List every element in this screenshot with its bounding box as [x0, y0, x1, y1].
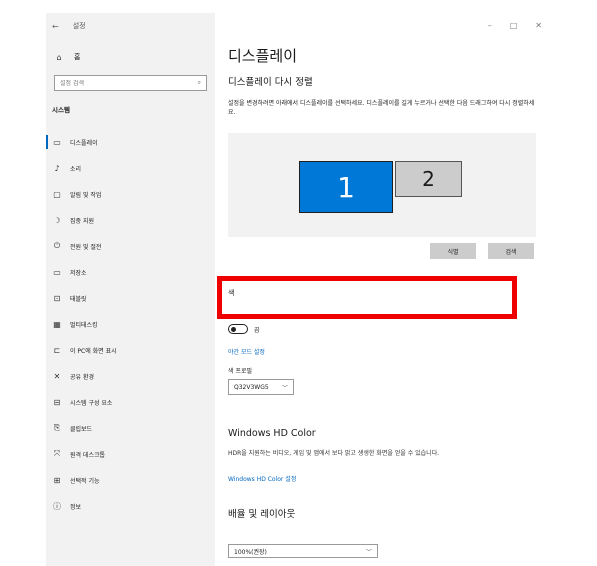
maximize-icon[interactable]: □ — [510, 21, 518, 30]
color-profile-value: Q32V3WG5 — [234, 383, 269, 391]
sidebar-item-label: 이 PC에 화면 표시 — [70, 347, 117, 355]
color-section-title: 색 — [228, 289, 235, 297]
about-icon: ⓘ — [53, 501, 61, 511]
section-label: 시스템 — [52, 106, 70, 114]
rearrange-description: 설정을 변경하려면 아래에서 디스플레이를 선택하세요. 디스플레이를 길게 누… — [228, 100, 535, 116]
hd-color-settings-link[interactable]: Windows HD Color 설정 — [228, 474, 296, 483]
sidebar-item-label: 알림 및 작업 — [70, 191, 102, 199]
optional-features-icon: ⊞ — [53, 475, 61, 485]
rearrange-title: 디스플레이 다시 정렬 — [228, 77, 313, 88]
system-components-icon: ⊟ — [53, 397, 61, 407]
color-profile-label: 색 프로필 — [228, 368, 252, 375]
clipboard-icon: ⎘ — [53, 423, 61, 432]
monitor-1[interactable]: 1 — [299, 161, 393, 213]
sidebar-item[interactable]: ⏻ 전원 및 절전 — [46, 233, 215, 259]
home-icon: ⌂ — [56, 52, 62, 62]
sidebar-item-label: 공유 환경 — [70, 373, 94, 381]
sidebar-item[interactable]: ▭ 저장소 — [46, 259, 215, 285]
sidebar-item[interactable]: ☽ 집중 지원 — [46, 207, 215, 233]
sidebar-item-label: 디스플레이 — [70, 139, 98, 147]
night-light-row: 끔 — [228, 324, 260, 334]
shared-experiences-icon: ✕ — [53, 371, 61, 381]
hd-color-title: Windows HD Color — [228, 428, 316, 439]
titlebar-left: ← 설정 — [52, 21, 86, 31]
power-icon: ⏻ — [53, 241, 61, 250]
notification-icon: ▢ — [53, 189, 61, 199]
sidebar-item[interactable]: ⤧ 원격 데스크톱 — [46, 441, 215, 467]
tablet-icon: ⊡ — [53, 293, 61, 303]
back-arrow-icon[interactable]: ← — [52, 22, 59, 31]
sidebar-item[interactable]: ⓘ 정보 — [46, 493, 215, 519]
night-light-state: 끔 — [254, 326, 260, 334]
scale-layout-title: 배율 및 레이아웃 — [228, 509, 296, 520]
minimize-icon[interactable]: – — [488, 21, 492, 30]
sidebar-item-label: 전원 및 절전 — [70, 243, 102, 251]
sidebar-item-label: 집중 지원 — [70, 217, 94, 225]
storage-icon: ▭ — [53, 267, 61, 277]
sidebar-item-label: 저장소 — [70, 269, 87, 277]
remote-desktop-icon: ⤧ — [53, 449, 61, 458]
highlight-rectangle — [217, 276, 517, 319]
window-controls: – □ ✕ — [488, 21, 542, 30]
sidebar-item-label: 소리 — [70, 165, 82, 173]
sidebar-item[interactable]: ▭ 디스플레이 — [46, 129, 215, 155]
sidebar-item[interactable]: ⊞ 선택적 기능 — [46, 467, 215, 493]
chevron-down-icon: ﹀ — [365, 548, 372, 556]
projecting-icon: ⊏ — [53, 345, 61, 355]
sidebar-item[interactable]: ⊟ 시스템 구성 요소 — [46, 389, 215, 415]
scale-value: 100%(권장) — [234, 548, 267, 556]
scale-dropdown[interactable]: 100%(권장) ﹀ — [228, 544, 378, 558]
sidebar-item-label: 멀티태스킹 — [70, 321, 98, 329]
search-box[interactable]: ⌕ — [54, 75, 207, 91]
app-title: 설정 — [72, 22, 86, 30]
search-input[interactable] — [60, 79, 180, 87]
sidebar-item[interactable]: ▦ 멀티태스킹 — [46, 311, 215, 337]
monitor-icon: ▭ — [53, 137, 61, 147]
multitasking-icon: ▦ — [53, 319, 61, 329]
sidebar-item[interactable]: ♪ 소리 — [46, 155, 215, 181]
sidebar-item[interactable]: ▢ 알림 및 작업 — [46, 181, 215, 207]
sound-icon: ♪ — [54, 163, 60, 173]
sidebar-item[interactable]: ✕ 공유 환경 — [46, 363, 215, 389]
focus-assist-icon: ☽ — [53, 215, 61, 225]
close-icon[interactable]: ✕ — [535, 21, 542, 30]
search-icon[interactable]: ⌕ — [198, 79, 201, 87]
monitor-2[interactable]: 2 — [395, 161, 462, 197]
sidebar-item[interactable]: ⊏ 이 PC에 화면 표시 — [46, 337, 215, 363]
hd-color-description: HDR을 지원하는 비디오, 게임 및 앱에서 보다 밝고 생생한 화면을 얻을… — [228, 450, 440, 457]
identify-button[interactable]: 식별 — [430, 243, 476, 259]
sidebar-item-label: 태블릿 — [70, 295, 87, 303]
chevron-down-icon: ﹀ — [281, 384, 288, 392]
home-label: 홈 — [74, 53, 81, 61]
sidebar-item-label: 선택적 기능 — [70, 477, 100, 485]
sidebar-item-label: 정보 — [70, 503, 82, 511]
settings-window: ← 설정 ⌂ 홈 ⌕ 시스템 ▭ 디스플레이 ♪ 소리 ▢ 알림 및 작업 ☽ 집중 지원 ⏻ 전… — [46, 13, 550, 566]
page-title: 디스플레이 — [228, 47, 298, 65]
night-light-settings-link[interactable]: 야간 모드 설정 — [228, 347, 265, 356]
sidebar-item[interactable]: ⎘ 클립보드 — [46, 415, 215, 441]
monitor-arrangement: 1 2 — [228, 133, 536, 237]
nav-list: ▭ 디스플레이 ♪ 소리 ▢ 알림 및 작업 ☽ 집중 지원 ⏻ 전원 및 절전 ▭ 저장소 ⊡ 태블릿 ▦… — [46, 129, 215, 519]
sidebar-item-label: 원격 데스크톱 — [70, 451, 106, 459]
night-light-toggle[interactable] — [228, 324, 248, 334]
detect-button[interactable]: 검색 — [488, 243, 534, 259]
color-profile-dropdown[interactable]: Q32V3WG5 ﹀ — [228, 379, 294, 395]
sidebar: ← 설정 ⌂ 홈 ⌕ 시스템 ▭ 디스플레이 ♪ 소리 ▢ 알림 및 작업 ☽ 집중 지원 ⏻ 전… — [46, 13, 215, 566]
sidebar-item-label: 클립보드 — [70, 425, 93, 433]
home-nav[interactable]: ⌂ 홈 — [54, 52, 80, 62]
monitor-buttons: 식별 검색 — [430, 243, 534, 259]
sidebar-item-label: 시스템 구성 요소 — [70, 399, 113, 407]
sidebar-item[interactable]: ⊡ 태블릿 — [46, 285, 215, 311]
